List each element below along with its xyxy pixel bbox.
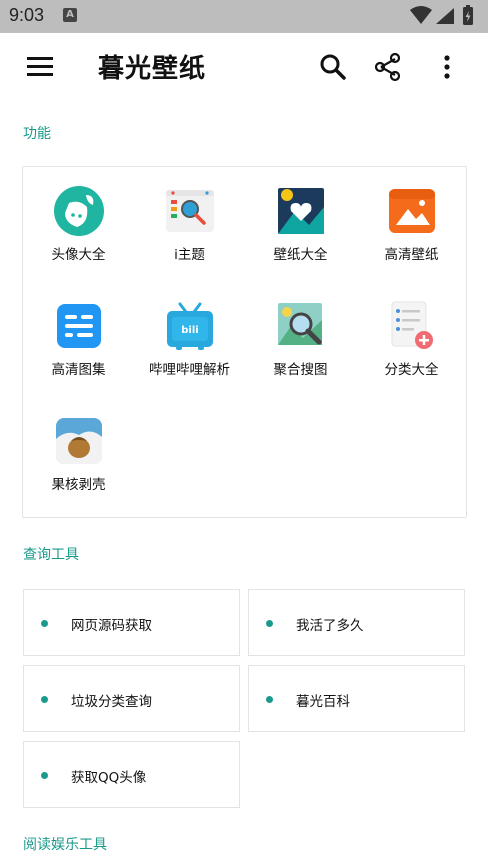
search-icon: [320, 54, 346, 80]
hd-wallpaper-icon: [389, 189, 435, 233]
app-title: 暮光壁纸: [98, 54, 207, 84]
feature-label: 高清壁纸: [384, 247, 439, 263]
feature-theme[interactable]: i主题: [134, 167, 245, 277]
tool-source-code[interactable]: 网页源码获取: [23, 589, 240, 656]
feature-categories[interactable]: 分类大全: [356, 282, 467, 392]
wallpaper-icon: [278, 188, 324, 234]
tool-qq-avatar[interactable]: 获取QQ头像: [23, 741, 240, 808]
wifi-icon: [410, 6, 432, 24]
share-button[interactable]: [371, 50, 405, 84]
gallery-icon: [57, 304, 101, 348]
feature-label: i主题: [174, 247, 205, 263]
status-time: 9:03: [9, 5, 45, 25]
feature-bilibili[interactable]: bili 哔哩哔哩解析: [134, 282, 245, 392]
section-title-reading-tools: 阅读娱乐工具: [23, 837, 107, 853]
feature-label: 头像大全: [51, 247, 106, 263]
tool-encyclopedia[interactable]: 暮光百科: [248, 665, 465, 732]
tool-label: 垃圾分类查询: [71, 694, 152, 710]
tool-label: 网页源码获取: [71, 618, 152, 634]
bullet-dot: [41, 772, 48, 779]
status-icons: [408, 4, 488, 30]
avatar-icon: [54, 186, 104, 236]
status-bar: 9:03 A: [0, 0, 488, 33]
more-options-button[interactable]: [430, 50, 464, 84]
bullet-dot: [41, 696, 48, 703]
feature-hd-gallery[interactable]: 高清图集: [23, 282, 134, 392]
bilibili-icon: bili: [167, 302, 213, 350]
hamburger-menu-icon: [27, 57, 53, 76]
feature-image-search[interactable]: 聚合搜图: [245, 282, 356, 392]
section-title-query-tools: 查询工具: [23, 547, 79, 563]
feature-avatar[interactable]: 头像大全: [23, 167, 134, 277]
search-button[interactable]: [316, 50, 350, 84]
bullet-dot: [41, 620, 48, 627]
feature-label: 高清图集: [51, 362, 106, 378]
features-card: 头像大全 i主题 壁纸大全 高清壁纸 高清图集 bili 哔哩哔哩解析 聚合搜图…: [22, 166, 467, 518]
theme-icon: [166, 190, 214, 232]
feature-label: 哔哩哔哩解析: [149, 362, 230, 378]
tool-label: 我活了多久: [296, 618, 364, 634]
category-icon: [391, 301, 433, 349]
share-icon: [374, 52, 401, 82]
tool-label: 暮光百科: [296, 694, 350, 710]
feature-label: 果核剥壳: [51, 477, 106, 493]
feature-label: 分类大全: [384, 362, 439, 378]
image-search-icon: [278, 303, 322, 345]
bullet-dot: [266, 620, 273, 627]
tool-garbage-sort[interactable]: 垃圾分类查询: [23, 665, 240, 732]
bullet-dot: [266, 696, 273, 703]
feature-wallpapers[interactable]: 壁纸大全: [245, 167, 356, 277]
svg-text:bili: bili: [181, 325, 198, 336]
battery-icon: [463, 5, 473, 25]
feature-label: 聚合搜图: [273, 362, 328, 378]
tool-label: 获取QQ头像: [71, 770, 147, 786]
feature-hd-wallpaper[interactable]: 高清壁纸: [356, 167, 467, 277]
signal-icon: [436, 8, 454, 24]
app-bar: 暮光壁纸: [0, 33, 488, 101]
more-vert-icon: [444, 55, 450, 79]
section-title-features: 功能: [23, 126, 51, 142]
feature-nut[interactable]: 果核剥壳: [23, 397, 134, 507]
feature-label: 壁纸大全: [273, 247, 328, 263]
tool-how-long-lived[interactable]: 我活了多久: [248, 589, 465, 656]
notification-icon: A: [63, 8, 77, 22]
nut-icon: [56, 418, 102, 464]
menu-button[interactable]: [22, 53, 58, 83]
